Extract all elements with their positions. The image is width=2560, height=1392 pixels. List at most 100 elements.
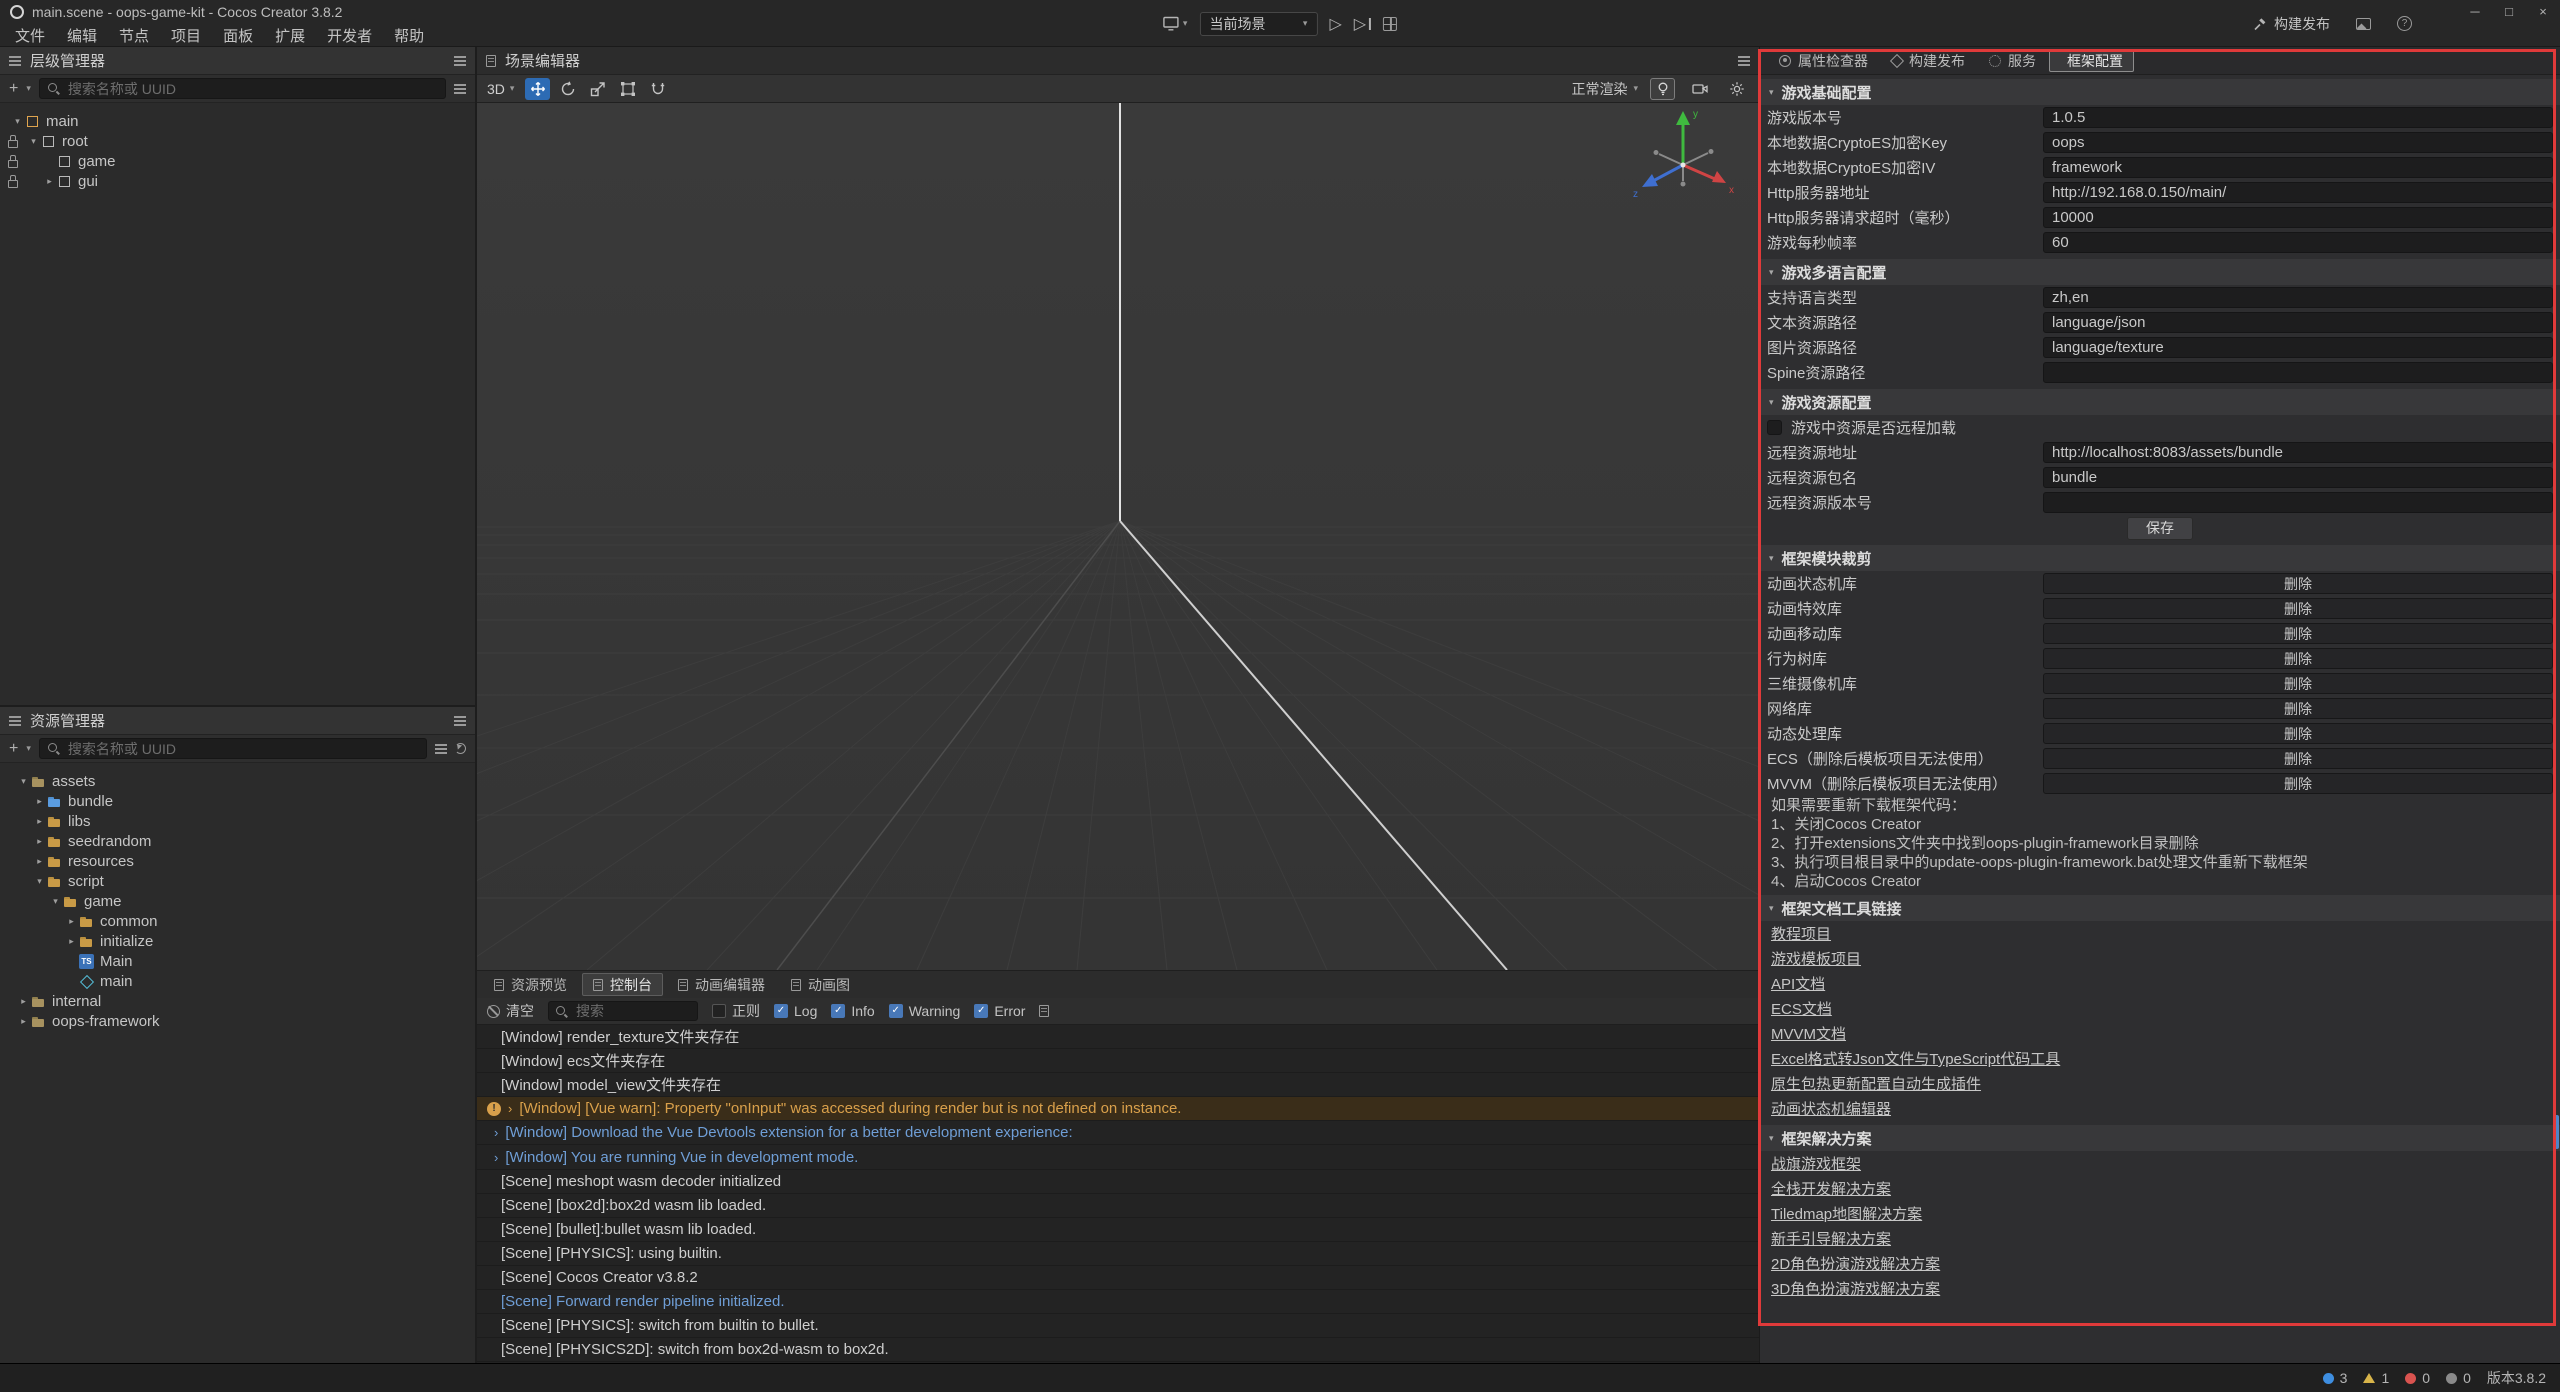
- doc-link[interactable]: 动画状态机编辑器: [1771, 1098, 1891, 1119]
- log-row[interactable]: ! › [Window] [Vue warn]: Property "onInp…: [477, 1097, 1759, 1121]
- menu-item[interactable]: 开发者: [316, 25, 383, 46]
- scene-settings-button[interactable]: [1724, 78, 1749, 100]
- render-mode-select[interactable]: 正常渲染 ▾: [1571, 79, 1638, 99]
- delete-button[interactable]: 删除: [2043, 623, 2553, 644]
- delete-button[interactable]: 删除: [2043, 648, 2553, 669]
- tree-arrow-icon[interactable]: ▾: [16, 776, 31, 787]
- tree-node[interactable]: game: [0, 151, 475, 171]
- tree-node[interactable]: TS Main: [0, 951, 475, 971]
- status-misc-count[interactable]: 0: [2446, 1370, 2471, 1386]
- tree-node[interactable]: ▾ main: [0, 111, 475, 131]
- doc-link[interactable]: 教程项目: [1771, 923, 1831, 944]
- preview-layout-icon[interactable]: [1383, 17, 1397, 31]
- axis-gizmo[interactable]: y x z: [1623, 103, 1743, 223]
- field-input[interactable]: 10000: [2043, 207, 2553, 228]
- sort-icon[interactable]: [435, 744, 447, 754]
- log-expand-chevron-icon[interactable]: ›: [494, 1150, 498, 1165]
- section-header-modules[interactable]: ▾ 框架模块裁剪: [1760, 545, 2560, 571]
- delete-button[interactable]: 删除: [2043, 698, 2553, 719]
- section-header-docs[interactable]: ▾ 框架文档工具链接: [1760, 895, 2560, 921]
- tree-node[interactable]: ▸ initialize: [0, 931, 475, 951]
- tree-arrow-icon[interactable]: ▾: [10, 116, 25, 127]
- tree-arrow-icon[interactable]: ▾: [48, 896, 63, 907]
- log-row[interactable]: [Window] render_texture文件夹存在: [477, 1025, 1759, 1049]
- tree-node[interactable]: main: [0, 971, 475, 991]
- save-button[interactable]: 保存: [2127, 517, 2193, 540]
- remote-load-checkbox[interactable]: [1767, 420, 1782, 435]
- console-filter[interactable]: 正则: [712, 1001, 760, 1021]
- checkbox[interactable]: ✓: [974, 1004, 988, 1018]
- build-publish-button[interactable]: 构建发布: [2253, 14, 2330, 34]
- log-row[interactable]: [Scene] [bullet]:bullet wasm lib loaded.: [477, 1218, 1759, 1242]
- snap-tool-button[interactable]: [645, 78, 670, 100]
- rect-tool-button[interactable]: [615, 78, 640, 100]
- field-input[interactable]: http://localhost:8083/assets/bundle: [2043, 442, 2553, 463]
- checkbox[interactable]: [712, 1004, 726, 1018]
- assets-search-input[interactable]: [66, 740, 419, 758]
- log-row[interactable]: [Scene] Forward render pipeline initiali…: [477, 1290, 1759, 1314]
- tree-arrow-icon[interactable]: ▸: [16, 996, 31, 1007]
- delete-button[interactable]: 删除: [2043, 598, 2553, 619]
- current-scene-select[interactable]: 当前场景 ▾: [1199, 12, 1317, 36]
- play-button[interactable]: ▷: [1329, 14, 1341, 34]
- gallery-icon[interactable]: [2356, 18, 2371, 30]
- tree-node[interactable]: ▾ game: [0, 891, 475, 911]
- log-row[interactable]: [Scene] Cocos Creator v3.8.2: [477, 1266, 1759, 1290]
- field-input[interactable]: [2043, 492, 2553, 513]
- log-row[interactable]: [Scene] [PHYSICS]: switch from builtin t…: [477, 1314, 1759, 1338]
- tree-arrow-icon[interactable]: ▸: [32, 836, 47, 847]
- scrollbar-thumb[interactable]: [2554, 1115, 2559, 1149]
- status-error-count[interactable]: 0: [2405, 1370, 2430, 1386]
- lighting-toggle-button[interactable]: [1650, 78, 1675, 100]
- tree-node[interactable]: ▸ resources: [0, 851, 475, 871]
- console-tab[interactable]: 控制台: [582, 973, 663, 996]
- section-header-basic[interactable]: ▾ 游戏基础配置: [1760, 79, 2560, 105]
- tree-arrow-icon[interactable]: ▾: [26, 136, 41, 147]
- hierarchy-search-input[interactable]: [66, 80, 438, 98]
- menu-item[interactable]: 面板: [212, 25, 264, 46]
- field-input[interactable]: bundle: [2043, 467, 2553, 488]
- log-row[interactable]: [Window] ecs文件夹存在: [477, 1049, 1759, 1073]
- maximize-button[interactable]: □: [2502, 4, 2516, 19]
- filter-icon[interactable]: [454, 84, 466, 94]
- field-input[interactable]: http://192.168.0.150/main/: [2043, 182, 2553, 203]
- field-input[interactable]: oops: [2043, 132, 2553, 153]
- delete-button[interactable]: 删除: [2043, 573, 2553, 594]
- field-input[interactable]: language/texture: [2043, 337, 2553, 358]
- field-input[interactable]: language/json: [2043, 312, 2553, 333]
- field-input[interactable]: zh,en: [2043, 287, 2553, 308]
- add-asset-button[interactable]: +: [9, 741, 18, 757]
- delete-button[interactable]: 删除: [2043, 723, 2553, 744]
- tree-node[interactable]: ▾ assets: [0, 771, 475, 791]
- log-expand-chevron-icon[interactable]: ›: [508, 1101, 512, 1116]
- console-clear-button[interactable]: 清空: [487, 1001, 534, 1021]
- solution-link[interactable]: 全栈开发解决方案: [1771, 1178, 1891, 1199]
- console-filter[interactable]: ✓ Error: [974, 1003, 1025, 1019]
- move-tool-button[interactable]: [525, 78, 550, 100]
- menu-item[interactable]: 扩展: [264, 25, 316, 46]
- console-filter[interactable]: ✓ Info: [831, 1003, 874, 1019]
- tree-node[interactable]: ▸ common: [0, 911, 475, 931]
- log-row[interactable]: [Scene] [PHYSICS]: using builtin.: [477, 1242, 1759, 1266]
- tree-node[interactable]: ▸ oops-framework: [0, 1011, 475, 1031]
- solution-link[interactable]: 2D角色扮演游戏解决方案: [1771, 1253, 1940, 1274]
- console-tab[interactable]: 资源预览: [483, 973, 578, 996]
- tree-arrow-icon[interactable]: ▸: [16, 1016, 31, 1027]
- field-input[interactable]: 60: [2043, 232, 2553, 253]
- console-search-input[interactable]: [574, 1002, 691, 1020]
- autoscroll-icon[interactable]: [1039, 1005, 1049, 1017]
- doc-link[interactable]: Excel格式转Json文件与TypeScript代码工具: [1771, 1048, 2060, 1069]
- assets-search[interactable]: [39, 738, 427, 759]
- tree-node[interactable]: ▸ gui: [0, 171, 475, 191]
- field-input[interactable]: [2043, 362, 2553, 383]
- status-warning-count[interactable]: 1: [2363, 1370, 2389, 1386]
- inspector-tab[interactable]: 构建发布: [1881, 49, 1976, 72]
- log-row[interactable]: › [Window] Download the Vue Devtools ext…: [477, 1121, 1759, 1145]
- tree-arrow-icon[interactable]: ▸: [42, 176, 57, 187]
- log-row[interactable]: › [Window] You are running Vue in develo…: [477, 1145, 1759, 1169]
- tree-arrow-icon[interactable]: ▸: [32, 816, 47, 827]
- field-input[interactable]: framework: [2043, 157, 2553, 178]
- hamburger-icon[interactable]: [454, 716, 466, 726]
- hierarchy-search[interactable]: [39, 78, 446, 99]
- tree-arrow-icon[interactable]: ▸: [64, 916, 79, 927]
